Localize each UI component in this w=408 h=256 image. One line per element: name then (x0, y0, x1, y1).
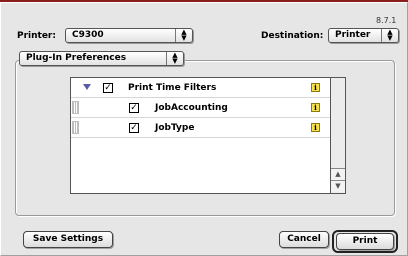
popup-arrows-icon: ▲ ▼ (381, 29, 398, 42)
info-icon[interactable]: i (311, 103, 320, 112)
version-label: 8.7.1 (376, 16, 397, 25)
info-icon-glyph: i (314, 83, 317, 92)
disclosure-triangle-icon[interactable] (83, 84, 91, 90)
check-icon: ✓ (130, 123, 138, 133)
check-icon: ✓ (104, 83, 112, 93)
scroll-down-button[interactable]: ▼ (331, 180, 345, 192)
save-settings-button[interactable]: Save Settings (23, 231, 113, 248)
list-item[interactable]: ✓ JobAccounting i (71, 98, 330, 118)
checkbox[interactable]: ✓ (129, 103, 139, 113)
check-icon: ✓ (130, 103, 138, 113)
destination-popup[interactable]: Printer ▲ ▼ (328, 28, 399, 43)
cancel-button[interactable]: Cancel (279, 231, 329, 248)
down-arrow-icon: ▼ (335, 182, 341, 190)
panel-popup-value: Plug-In Preferences (26, 53, 127, 63)
list-item[interactable]: ✓ JobType i (71, 118, 330, 138)
drag-handle-icon[interactable] (72, 101, 79, 114)
info-icon-glyph: i (314, 123, 317, 132)
vertical-scrollbar[interactable]: ▲ ▼ (330, 78, 345, 193)
info-icon[interactable]: i (311, 83, 320, 92)
popup-arrows-icon: ▲ ▼ (175, 29, 192, 42)
printer-label: Printer: (17, 31, 56, 41)
print-dialog: 8.7.1 Printer: C9300 ▲ ▼ Destination: Pri… (0, 2, 408, 256)
popup-arrows-icon: ▲ ▼ (166, 52, 183, 65)
list-item-label: Print Time Filters (128, 83, 217, 93)
panel-popup[interactable]: Plug-In Preferences ▲ ▼ (19, 51, 184, 66)
destination-label: Destination: (261, 31, 324, 41)
plugin-list: ✓ Print Time Filters i ✓ JobAccounting i… (70, 77, 346, 194)
checkbox[interactable]: ✓ (103, 83, 113, 93)
scroll-up-button[interactable]: ▲ (331, 168, 345, 180)
list-item-label: JobAccounting (155, 103, 228, 113)
info-icon-glyph: i (314, 103, 317, 112)
drag-handle-icon[interactable] (72, 121, 79, 134)
checkbox[interactable]: ✓ (129, 123, 139, 133)
up-arrow-icon: ▲ (335, 170, 341, 178)
info-icon[interactable]: i (311, 123, 320, 132)
list-item-label: JobType (155, 123, 195, 133)
print-button[interactable]: Print (336, 233, 394, 250)
printer-popup-value: C9300 (72, 30, 104, 40)
list-item[interactable]: ✓ Print Time Filters i (71, 78, 330, 98)
destination-popup-value: Printer (335, 30, 371, 40)
printer-popup[interactable]: C9300 ▲ ▼ (65, 28, 193, 43)
